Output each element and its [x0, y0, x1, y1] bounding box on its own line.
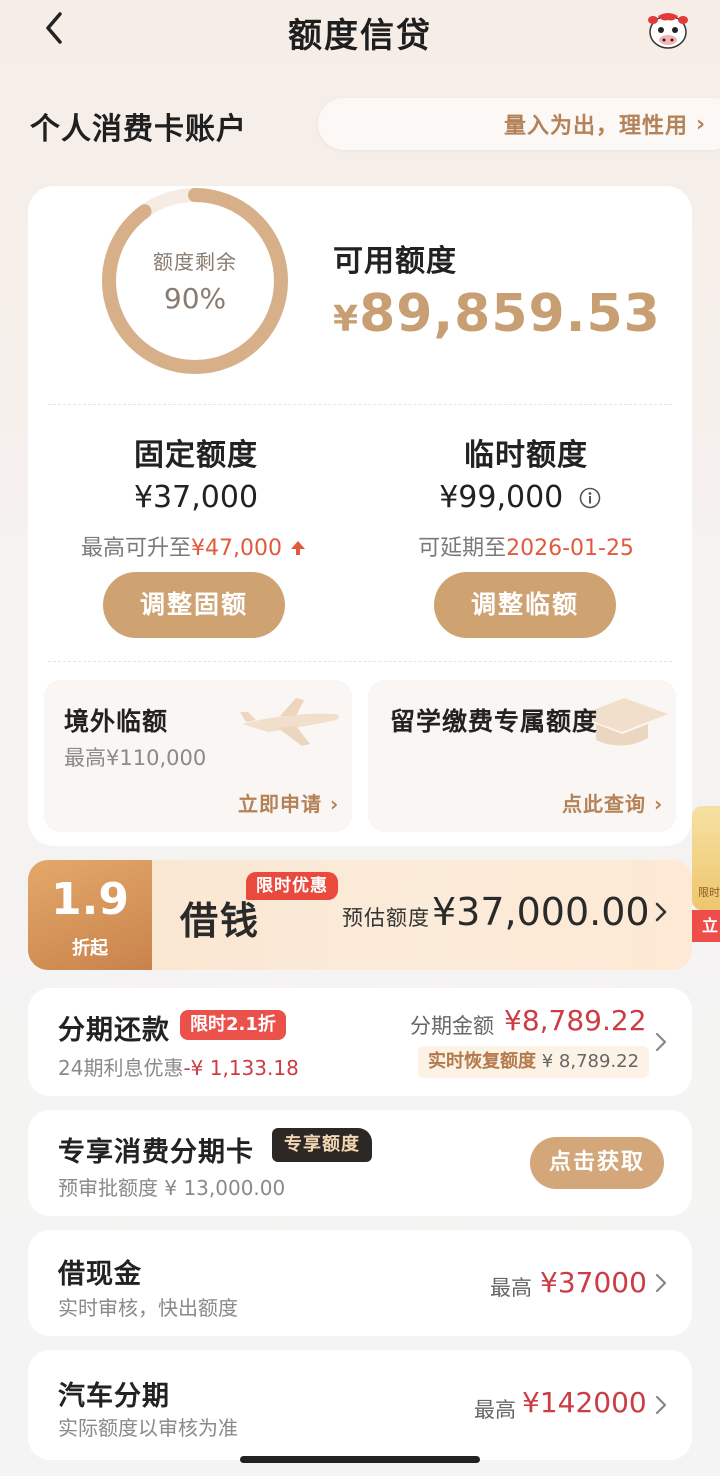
ring-label: 额度剩余: [153, 250, 237, 274]
info-icon[interactable]: [579, 487, 601, 509]
car-title: 汽车分期: [58, 1381, 170, 1412]
promo-limited-tag: 限时优惠: [246, 872, 338, 900]
installment-amount-label: 分期金额: [410, 1014, 494, 1038]
cash-title: 借现金: [58, 1259, 142, 1290]
available-label: 可用额度: [333, 244, 457, 279]
promo-est-label: 预估额度: [342, 906, 430, 930]
promo-amount: ¥37,000.00: [432, 890, 650, 934]
cash-sub: 实时审核，快出额度: [58, 1296, 238, 1320]
side-float-text: 限时: [698, 886, 720, 899]
fixed-max-text: 最高可升至¥47,000: [34, 530, 354, 562]
promo-rate: 1.9: [51, 874, 129, 925]
exclusive-sub: 预审批额度 ¥ 13,000.00: [58, 1176, 286, 1200]
cow-mascot-icon[interactable]: [644, 8, 692, 52]
overseas-apply-link[interactable]: 立即申请 ›: [238, 788, 339, 817]
cash-right-amount: ¥37000: [540, 1266, 647, 1299]
ring-percent: 90%: [163, 282, 227, 315]
divider: [48, 404, 672, 405]
chevron-right-icon: [655, 1273, 667, 1293]
remaining-ring-icon: [102, 188, 288, 374]
temp-title: 临时额度: [464, 438, 588, 473]
study-title: 留学缴费专属额度: [390, 707, 599, 736]
account-title: 个人消费卡账户: [30, 112, 247, 147]
fixed-amount: ¥37,000: [133, 480, 259, 515]
home-indicator[interactable]: [240, 1456, 480, 1463]
airplane-icon: [240, 698, 339, 746]
installment-discount-tag: 限时2.1折: [180, 1010, 286, 1040]
recover-pill: 实时恢复额度 ¥ 8,789.22: [418, 1046, 650, 1078]
available-amount: ¥89,859.53: [333, 284, 661, 344]
divider: [48, 661, 672, 662]
page-title: 额度信贷: [288, 16, 432, 56]
slogan-text: 量入为出，理性用: [504, 114, 689, 139]
car-sub: 实际额度以审核为准: [58, 1416, 238, 1440]
study-query-link[interactable]: 点此查询 ›: [562, 788, 663, 817]
car-right-label: 最高: [474, 1398, 516, 1422]
chevron-right-icon: ›: [696, 111, 707, 137]
installment-title: 分期还款: [58, 1015, 170, 1046]
overseas-title: 境外临额: [64, 707, 169, 736]
chevron-right-icon: [655, 902, 667, 922]
fixed-title: 固定额度: [134, 438, 258, 473]
adjust-temp-button[interactable]: 调整临额: [434, 572, 616, 638]
car-right-amount: ¥142000: [522, 1386, 647, 1419]
chevron-right-icon: [655, 1032, 667, 1052]
exclusive-tag: 专享额度: [272, 1128, 372, 1162]
slogan-pill[interactable]: 量入为出，理性用 ›: [318, 98, 720, 150]
promo-rate-sub: 折起: [72, 938, 108, 959]
arrow-up-icon: [291, 541, 305, 555]
temp-amount-row: ¥99,000: [370, 480, 670, 515]
chevron-right-icon: [655, 1395, 667, 1415]
installment-amount: ¥8,789.22: [504, 1004, 647, 1037]
adjust-fixed-button[interactable]: 调整固额: [103, 572, 285, 638]
temp-extend-text: 可延期至2026-01-25: [418, 536, 634, 561]
exclusive-title: 专享消费分期卡: [58, 1137, 254, 1168]
cash-right-label: 最高: [490, 1276, 532, 1300]
get-exclusive-button[interactable]: 点击获取: [530, 1137, 664, 1189]
overseas-max: 最高¥110,000: [64, 746, 207, 770]
installment-sub: 24期利息优惠-¥ 1,133.18: [58, 1056, 299, 1080]
